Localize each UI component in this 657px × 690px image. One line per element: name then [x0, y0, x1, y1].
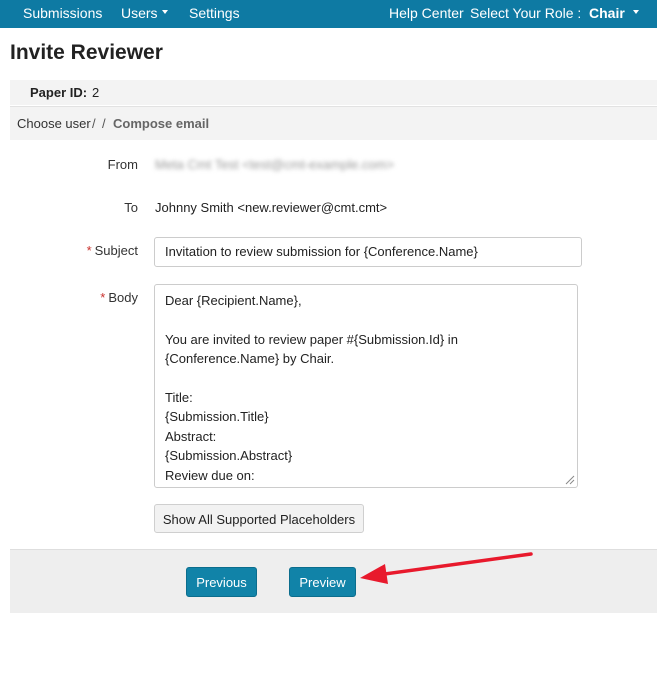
role-selector[interactable]: Chair	[589, 5, 639, 21]
annotation-arrow-icon	[360, 552, 533, 584]
body-label: * Body	[10, 290, 138, 305]
nav-settings[interactable]: Settings	[189, 5, 240, 21]
body-textarea[interactable]: Dear {Recipient.Name}, You are invited t…	[154, 284, 578, 488]
paper-id-value: 2	[92, 85, 100, 100]
breadcrumb-choose-user[interactable]: Choose user	[17, 116, 91, 131]
breadcrumb-compose-email: Compose email	[113, 116, 210, 131]
paper-id-label: Paper ID:	[30, 85, 88, 100]
caret-down-icon	[632, 10, 639, 15]
breadcrumb-separator: /	[92, 116, 96, 131]
from-label: From	[107, 157, 138, 172]
to-value: Johnny Smith <new.reviewer@cmt.cmt>	[155, 200, 388, 215]
body-text: Dear {Recipient.Name}, You are invited t…	[165, 293, 458, 483]
subject-input[interactable]: Invitation to review submission for {Con…	[154, 237, 582, 267]
caret-down-icon	[161, 10, 168, 15]
from-value: Meta Cmt Test <test@cmt-example.com>	[155, 157, 395, 172]
top-nav: Submissions Users Settings Help Center S…	[0, 0, 657, 28]
role-selector-label: Select Your Role :	[470, 5, 582, 21]
paper-id-bar: Paper ID: 2	[10, 80, 657, 105]
preview-button[interactable]: Preview	[289, 567, 356, 597]
subject-label: * Subject	[10, 243, 138, 258]
show-placeholders-button[interactable]: Show All Supported Placeholders	[154, 504, 364, 533]
page-title: Invite Reviewer	[10, 41, 163, 64]
subject-label-text: Subject	[94, 243, 138, 258]
resize-grip-icon[interactable]	[563, 473, 575, 485]
breadcrumb: Choose user / / Compose email	[10, 106, 657, 140]
required-marker: *	[86, 243, 92, 258]
required-marker: *	[100, 290, 106, 305]
to-label: To	[124, 200, 138, 215]
nav-submissions[interactable]: Submissions	[23, 5, 102, 21]
body-label-text: Body	[108, 290, 138, 305]
nav-help-center[interactable]: Help Center	[389, 5, 464, 21]
nav-users-label: Users	[121, 5, 158, 21]
role-value: Chair	[589, 5, 625, 21]
previous-button[interactable]: Previous	[186, 567, 257, 597]
nav-users[interactable]: Users	[121, 5, 168, 21]
breadcrumb-separator: /	[102, 116, 106, 131]
